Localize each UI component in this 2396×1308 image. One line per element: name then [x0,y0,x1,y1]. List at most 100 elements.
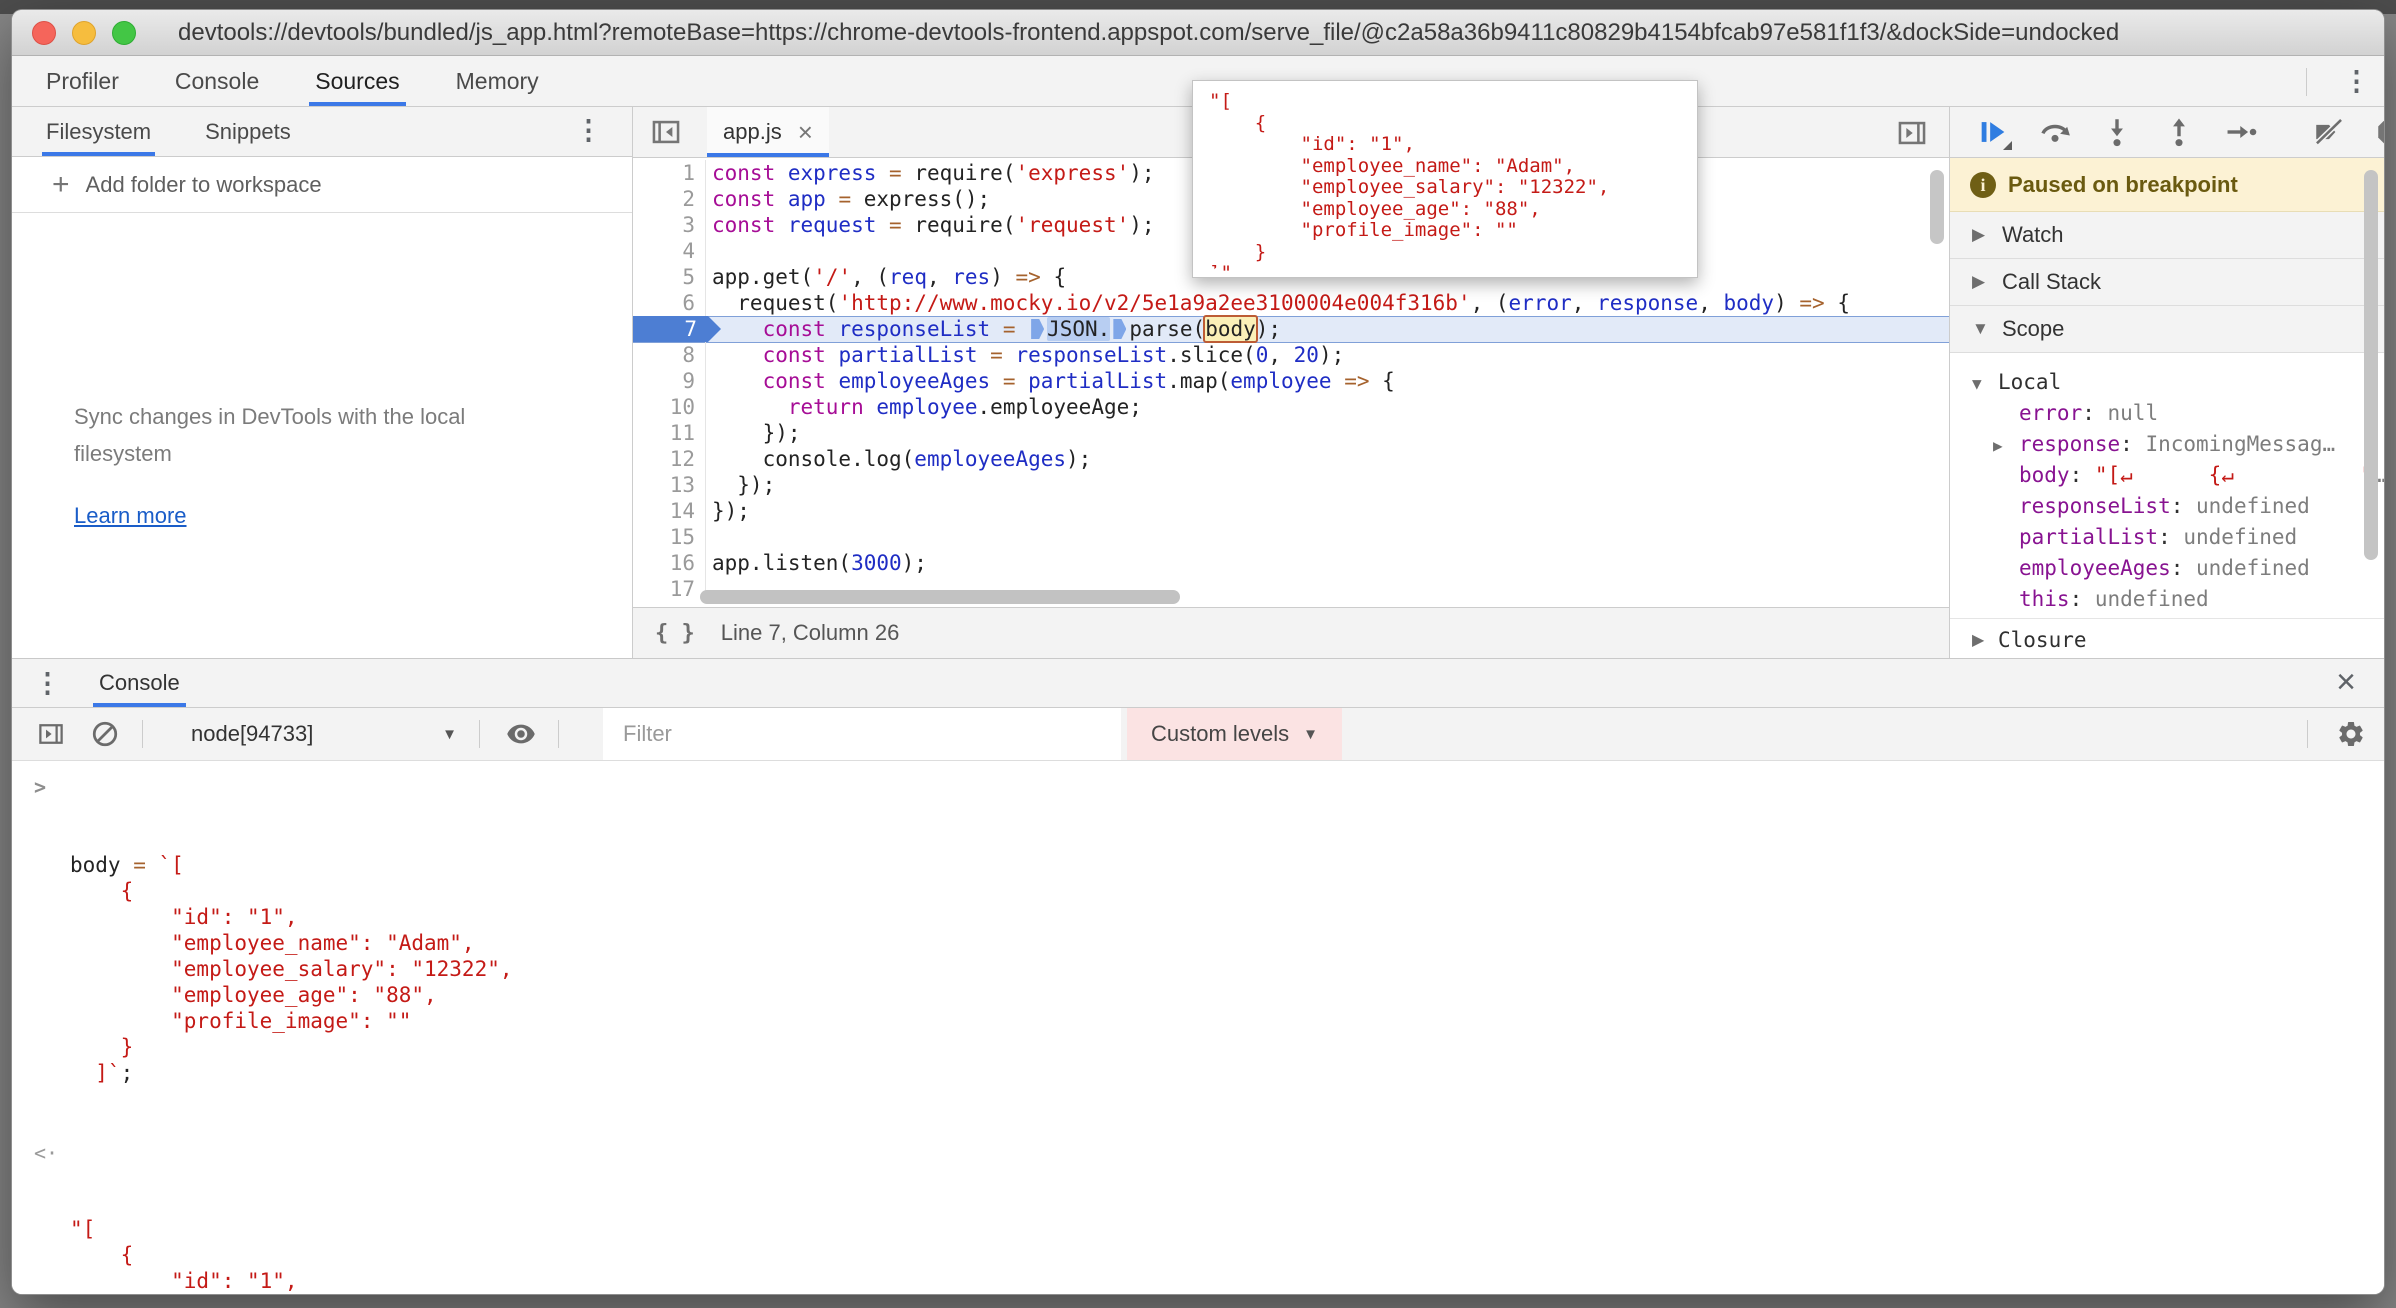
filter-input[interactable] [603,708,1121,760]
chevron-down-icon: ▼ [1972,319,2002,339]
zoom-window-button[interactable] [112,21,136,45]
tooltip-line: ]" [1209,263,1681,278]
console-toolbar: node[94733] ▼ Custom levels ▼ [12,708,2384,761]
line-number[interactable]: 12 [633,446,705,472]
line-number[interactable]: 15 [633,524,705,550]
console-menu-icon[interactable]: ⋮ [24,670,71,697]
custom-levels-label: Custom levels [1151,721,1289,747]
devtools-menu-icon[interactable]: ⋮ [2329,68,2384,95]
tab-snippets[interactable]: Snippets [201,107,295,156]
line-number[interactable]: 1 [633,160,705,186]
line-number[interactable]: 8 [633,342,705,368]
section-scope[interactable]: ▼ Scope [1950,306,2384,353]
window-titlebar[interactable]: devtools://devtools/bundled/js_app.html?… [12,10,2384,56]
debugger-toolbar [1950,107,2384,158]
scope-entry: responseList: undefined [1950,491,2384,522]
plus-icon: + [52,168,70,202]
line-number[interactable]: 6 [633,290,705,316]
line-number[interactable]: 16 [633,550,705,576]
editor-vertical-scrollbar[interactable] [1930,170,1944,244]
resume-script-icon[interactable] [1976,115,2010,149]
resume-dropdown-icon [2003,141,2012,150]
code-line: console.log(employeeAges); [707,446,1949,472]
line-number[interactable]: 14 [633,498,705,524]
horizontal-scrollbar[interactable] [700,590,1180,604]
line-number[interactable]: 17 [633,576,705,602]
tooltip-line: } [1209,242,1681,264]
code-line: request('http://www.mocky.io/v2/5e1a9a2e… [707,290,1949,316]
call-stack-label: Call Stack [2002,269,2101,295]
tab-profiler[interactable]: Profiler [40,56,125,106]
code-line: }); [707,498,1949,524]
minimize-window-button[interactable] [72,21,96,45]
chevron-right-icon: ▶ [1972,225,2002,245]
breakpoint-line-number[interactable]: 7 [633,316,721,342]
tooltip-line: "profile_image": "" [1209,220,1681,242]
show-debugger-icon[interactable] [1895,116,1929,150]
show-console-sidebar-icon[interactable] [36,719,66,749]
tooltip-line: "employee_age": "88", [1209,199,1681,221]
chevron-down-icon: ▼ [442,726,457,743]
pause-on-exceptions-icon[interactable] [2374,115,2384,149]
line-number[interactable]: 13 [633,472,705,498]
tab-console[interactable]: Console [169,56,265,106]
line-number[interactable]: 4 [633,238,705,264]
section-closure[interactable]: ▶ Closure [1950,618,2384,661]
console-tab-label: Console [99,670,180,696]
step-out-icon[interactable] [2162,115,2196,149]
paused-label: Paused on breakpoint [2008,172,2238,198]
main-tab-bar-right: ⋮ [2284,56,2384,107]
tab-memory[interactable]: Memory [450,56,545,106]
custom-levels-dropdown[interactable]: Custom levels ▼ [1127,708,1342,760]
line-number[interactable]: 9 [633,368,705,394]
close-file-icon[interactable]: × [798,117,813,148]
step-over-icon[interactable] [2038,115,2072,149]
learn-more-link[interactable]: Learn more [74,503,187,529]
inline-breakpoint-marker-icon[interactable] [1113,319,1126,339]
line-number[interactable]: 2 [633,186,705,212]
add-folder-button[interactable]: + Add folder to workspace [12,157,632,213]
navigator-menu-icon[interactable]: ⋮ [561,117,616,144]
value-preview-tooltip: "[ { "id": "1", "employee_name": "Adam",… [1192,80,1698,278]
line-number[interactable]: 5 [633,264,705,290]
file-tab-appjs[interactable]: app.js × [707,107,829,157]
line-number[interactable]: 3 [633,212,705,238]
code-line: const partialList = responseList.slice(0… [707,342,1949,368]
filter-field[interactable] [603,708,1121,760]
console-echo-line: "employee_salary": "12322", [70,956,2384,982]
step-into-icon[interactable] [2100,115,2134,149]
section-call-stack[interactable]: ▶ Call Stack [1950,259,2384,306]
tooltip-line: "[ [1209,91,1681,113]
execution-context-dropdown[interactable]: node[94733] ▼ [191,721,457,747]
live-expression-eye-icon[interactable] [506,719,536,749]
pretty-print-icon[interactable]: { } [655,621,695,646]
line-number[interactable]: 11 [633,420,705,446]
clear-console-icon[interactable] [90,719,120,749]
tab-filesystem[interactable]: Filesystem [42,107,155,156]
tab-console-drawer[interactable]: Console [93,659,186,707]
line-number-gutter[interactable]: 1234567891011121314151617 [633,160,706,602]
close-drawer-icon[interactable]: × [2328,663,2364,702]
console-messages[interactable]: > body = `[ { "id": "1", "employee_name"… [12,762,2384,1294]
console-drawer: ⋮ Console × node[94733] ▼ [12,658,2384,1294]
scope-entry: ▶response: IncomingMessag… [1950,429,2384,460]
window-title-url: devtools://devtools/bundled/js_app.html?… [178,19,2119,47]
step-icon[interactable] [2224,115,2258,149]
scope-tree[interactable]: ▼Localerror: null▶response: IncomingMess… [1950,353,2384,618]
tooltip-line: { [1209,113,1681,135]
tab-sources[interactable]: Sources [309,56,405,106]
code-line: }); [707,472,1949,498]
debugger-vertical-scrollbar[interactable] [2364,170,2378,560]
deactivate-breakpoints-icon[interactable] [2312,115,2346,149]
console-result-line: "[ [70,1216,2384,1242]
console-settings-gear-icon[interactable] [2336,719,2366,749]
line-number[interactable]: 10 [633,394,705,420]
inline-breakpoint-marker-icon[interactable] [1031,319,1044,339]
console-echo-line: "employee_age": "88", [70,982,2384,1008]
hide-navigator-icon[interactable] [649,115,683,149]
section-watch[interactable]: ▶ Watch [1950,212,2384,259]
close-window-button[interactable] [32,21,56,45]
divider [479,720,480,748]
context-label: node[94733] [191,721,313,747]
add-folder-label: Add folder to workspace [86,172,322,198]
